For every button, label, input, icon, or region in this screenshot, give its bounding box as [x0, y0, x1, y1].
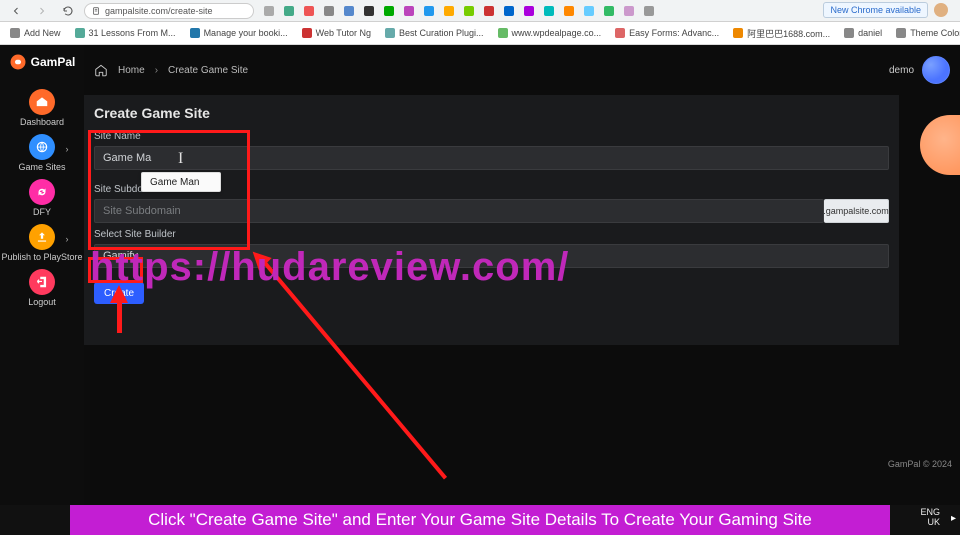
bookmark-item[interactable]: daniel — [844, 28, 882, 38]
browser-top-bar: gampalsite.com/create-site New Chrome av… — [0, 0, 960, 22]
back-icon[interactable] — [10, 5, 22, 17]
site-builder-select[interactable]: Gamify — [94, 244, 889, 268]
home-icon — [29, 89, 55, 115]
chevron-right-icon: › — [66, 144, 69, 154]
domain-suffix: .gampalsite.com — [824, 199, 889, 223]
home-icon[interactable] — [94, 63, 108, 77]
brand-logo[interactable]: GamPal — [9, 53, 76, 71]
site-builder-label: Select Site Builder — [94, 229, 889, 240]
reload-icon[interactable] — [62, 5, 74, 17]
globe-icon — [29, 134, 55, 160]
hand-graphic — [920, 115, 960, 175]
instruction-caption: Click "Create Game Site" and Enter Your … — [70, 505, 890, 535]
taskbar-caret-icon[interactable]: ▸ — [951, 513, 956, 524]
url-text: gampalsite.com/create-site — [105, 6, 213, 16]
bookmark-item[interactable]: 31 Lessons From M... — [75, 28, 176, 38]
extension-icons — [264, 6, 654, 16]
user-avatar-icon[interactable] — [922, 56, 950, 84]
bookmarks-bar: Add New 31 Lessons From M... Manage your b… — [0, 22, 960, 45]
profile-avatar-icon[interactable] — [934, 3, 948, 17]
address-bar[interactable]: gampalsite.com/create-site — [84, 3, 254, 19]
bookmark-item[interactable]: Easy Forms: Advanc... — [615, 28, 719, 38]
breadcrumb-current: Create Game Site — [168, 65, 248, 76]
site-name-label: Site Name — [94, 131, 889, 142]
create-button[interactable]: Create — [94, 282, 144, 304]
bookmark-item[interactable]: Manage your booki... — [190, 28, 288, 38]
bookmark-item[interactable]: Web Tutor Ng — [302, 28, 371, 38]
panel-title: Create Game Site — [94, 105, 889, 121]
create-site-panel: Create Game Site Site Name I Game Man Si… — [84, 95, 899, 345]
site-name-input[interactable] — [94, 146, 889, 170]
new-chrome-badge[interactable]: New Chrome available — [823, 2, 928, 18]
sidebar-item-label: Logout — [28, 298, 56, 308]
sidebar-item-label: DFY — [33, 208, 51, 218]
breadcrumb-home[interactable]: Home — [118, 65, 145, 76]
sidebar-item-logout[interactable]: Logout — [1, 269, 82, 308]
upload-icon — [29, 224, 55, 250]
sidebar-item-dfy[interactable]: DFY — [1, 179, 82, 218]
exit-icon — [29, 269, 55, 295]
bookmark-item[interactable]: Best Curation Plugi... — [385, 28, 484, 38]
sidebar-item-label: Publish to PlayStore — [1, 253, 82, 263]
forward-icon[interactable] — [36, 5, 48, 17]
sidebar-item-label: Game Sites — [18, 163, 65, 173]
autocomplete-suggestion[interactable]: Game Man — [141, 172, 221, 192]
bookmark-item[interactable]: Add New — [10, 28, 61, 38]
text-cursor-icon: I — [178, 150, 183, 168]
sidebar-item-label: Dashboard — [20, 118, 64, 128]
bookmark-item[interactable]: 阿里巴巴1688.com... — [733, 27, 830, 40]
site-subdomain-input[interactable] — [94, 199, 824, 223]
chevron-right-icon: › — [66, 234, 69, 244]
bookmark-item[interactable]: Theme Color — [896, 28, 960, 38]
sidebar-item-game-sites[interactable]: › Game Sites — [1, 134, 82, 173]
copyright-text: GamPal © 2024 — [888, 459, 952, 469]
sidebar-item-publish-to-playstore[interactable]: › Publish to PlayStore — [1, 224, 82, 263]
sync-icon — [29, 179, 55, 205]
sidebar-item-dashboard[interactable]: Dashboard — [1, 89, 82, 128]
lang-indicator[interactable]: ENGUK — [920, 508, 940, 528]
chevron-right-icon: › — [155, 65, 158, 76]
user-name[interactable]: demo — [889, 65, 914, 76]
app-root: GamPal Dashboard › Game Sites DFY › Publ… — [0, 45, 960, 505]
breadcrumb: Home › Create Game Site demo — [84, 55, 960, 85]
site-info-icon[interactable] — [91, 6, 101, 16]
bookmark-item[interactable]: www.wpdealpage.co... — [498, 28, 602, 38]
sidebar: GamPal Dashboard › Game Sites DFY › Publ… — [0, 45, 84, 505]
